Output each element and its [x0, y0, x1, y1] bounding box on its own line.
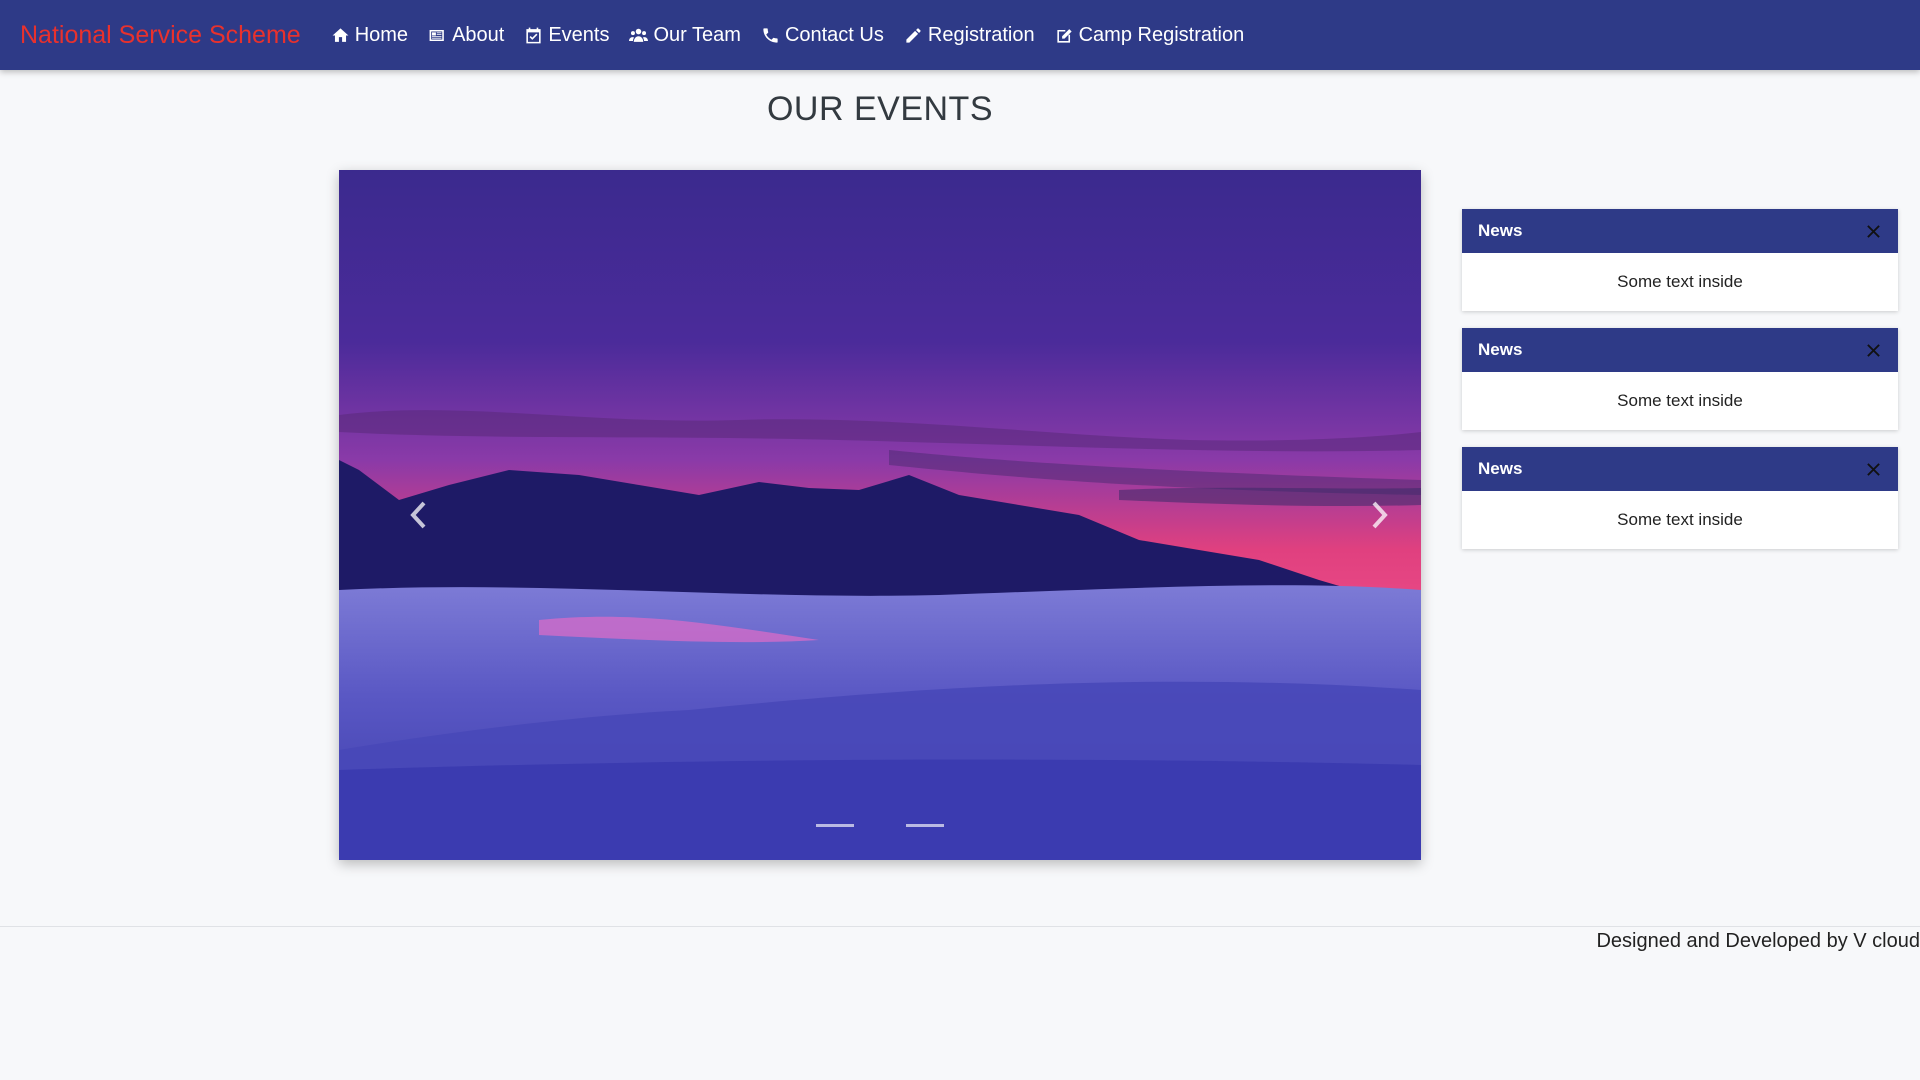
footer-credit: Designed and Developed by V cloud: [1596, 930, 1920, 952]
nav-item-about[interactable]: About: [428, 24, 504, 47]
news-header: News: [1462, 209, 1898, 253]
footer-divider: [0, 926, 1920, 927]
news-close-button[interactable]: [1864, 341, 1882, 359]
users-icon: [629, 28, 649, 42]
news-header: News: [1462, 328, 1898, 372]
chevron-left-icon: [410, 501, 426, 529]
nav-item-label: About: [452, 23, 505, 46]
close-icon: [1866, 224, 1880, 238]
nav-item-home[interactable]: Home: [331, 24, 408, 47]
news-panel: News Some text inside: [1462, 328, 1898, 430]
news-panel: News Some text inside: [1462, 447, 1898, 549]
nav-item-registration[interactable]: Registration: [904, 24, 1035, 47]
carousel-prev-button[interactable]: [389, 480, 449, 550]
events-carousel: [339, 170, 1421, 860]
news-title: News: [1478, 459, 1523, 478]
nav-item-label: Our Team: [653, 23, 741, 46]
news-body: Some text inside: [1617, 391, 1743, 410]
phone-icon: [763, 27, 778, 43]
news-title: News: [1478, 340, 1523, 359]
carousel-indicator[interactable]: [906, 824, 944, 827]
nav-item-camp-registration[interactable]: Camp Registration: [1055, 23, 1245, 47]
nav-item-label: Contact Us: [784, 23, 884, 46]
pencil-icon: [906, 27, 921, 43]
calendar-check-icon: [526, 27, 541, 43]
chevron-right-icon: [1372, 501, 1388, 529]
news-header: News: [1462, 447, 1898, 491]
nav-item-contact-us[interactable]: Contact Us: [761, 24, 884, 47]
news-panel: News Some text inside: [1462, 209, 1898, 311]
nav-item-label: Camp Registration: [1078, 23, 1245, 46]
newspaper-icon: [429, 29, 444, 41]
news-body: Some text inside: [1617, 272, 1743, 291]
news-close-button[interactable]: [1864, 460, 1882, 478]
home-icon: [332, 27, 349, 42]
close-icon: [1866, 462, 1880, 476]
nav-item-label: Home: [354, 23, 409, 46]
carousel-indicator[interactable]: [816, 824, 854, 827]
nav-item-events[interactable]: Events: [524, 24, 609, 47]
top-navbar: National Service Scheme Home About Event…: [0, 0, 1920, 70]
page-title: OUR EVENTS: [766, 90, 994, 128]
news-title: News: [1478, 221, 1523, 240]
brand-link[interactable]: National Service Scheme: [20, 21, 301, 50]
news-body: Some text inside: [1617, 510, 1743, 529]
carousel-slide-image: [339, 170, 1421, 860]
nav-item-our-team[interactable]: Our Team: [629, 23, 741, 47]
nav-item-label: Events: [548, 23, 610, 46]
close-icon: [1866, 343, 1880, 357]
carousel-next-button[interactable]: [1349, 480, 1409, 550]
nav-item-label: Registration: [927, 23, 1035, 46]
news-close-button[interactable]: [1864, 222, 1882, 240]
carousel-indicators: [339, 824, 1421, 827]
edit-icon: [1056, 28, 1072, 43]
